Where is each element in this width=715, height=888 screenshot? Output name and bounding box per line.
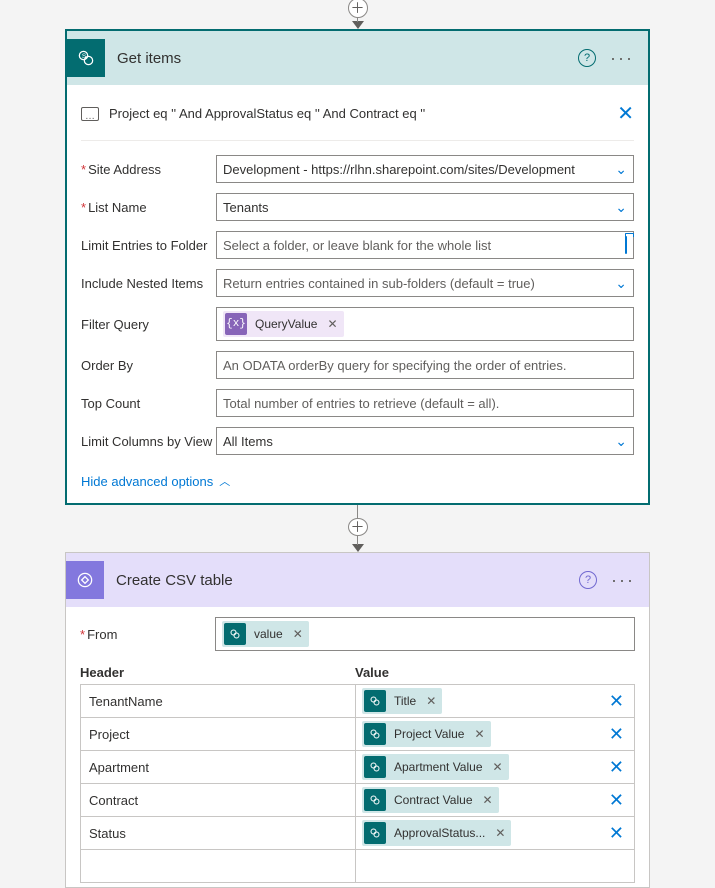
chevron-up-icon: ︿: [219, 473, 230, 489]
top-count-input[interactable]: Total number of entries to retrieve (def…: [216, 389, 634, 417]
hide-advanced-link[interactable]: Hide advanced options ︿: [81, 473, 230, 489]
token-title[interactable]: Title✕: [362, 688, 442, 714]
header-cell-empty[interactable]: [81, 850, 356, 882]
limit-view-select[interactable]: All Items ⌄: [216, 427, 634, 455]
label-limit-view: Limit Columns by View: [81, 434, 216, 449]
from-input[interactable]: value ✕: [215, 617, 635, 651]
table-row: StatusApprovalStatus...✕✕: [80, 817, 635, 850]
row-delete-icon[interactable]: ✕: [605, 823, 628, 844]
token-remove-icon[interactable]: ✕: [424, 694, 436, 708]
site-address-select[interactable]: Development - https://rlhn.sharepoint.co…: [216, 155, 634, 183]
token-remove-icon[interactable]: ✕: [493, 826, 505, 840]
card-menu-button[interactable]: ···: [611, 570, 635, 591]
sharepoint-token-icon: [364, 822, 386, 844]
sharepoint-token-icon: [364, 789, 386, 811]
expression-icon: {x}: [225, 313, 247, 335]
sharepoint-token-icon: [364, 723, 386, 745]
label-limit-folder: Limit Entries to Folder: [81, 238, 216, 253]
help-icon[interactable]: ?: [578, 49, 596, 67]
chevron-down-icon: ⌄: [607, 199, 627, 216]
token-queryvalue[interactable]: {x} QueryValue ✕: [223, 311, 344, 337]
order-by-input[interactable]: An ODATA orderBy query for specifying th…: [216, 351, 634, 379]
label-list-name: *List Name: [81, 200, 216, 215]
folder-picker-icon[interactable]: [617, 237, 627, 253]
table-row: ProjectProject Value✕✕: [80, 718, 635, 751]
header-cell[interactable]: Project: [81, 718, 356, 750]
row-delete-icon[interactable]: ✕: [605, 724, 628, 745]
include-nested-select[interactable]: Return entries contained in sub-folders …: [216, 269, 634, 297]
chevron-down-icon: ⌄: [607, 161, 627, 178]
token-remove-icon[interactable]: ✕: [491, 760, 503, 774]
column-header-value: Value: [355, 665, 635, 684]
header-cell[interactable]: Apartment: [81, 751, 356, 783]
chevron-down-icon: ⌄: [607, 433, 627, 450]
column-header-header: Header: [80, 665, 355, 684]
token-approvalstatus...[interactable]: ApprovalStatus...✕: [362, 820, 511, 846]
header-cell[interactable]: Status: [81, 817, 356, 849]
sharepoint-icon: S: [67, 39, 105, 77]
data-operation-icon: [66, 561, 104, 599]
token-apartment value[interactable]: Apartment Value✕: [362, 754, 509, 780]
filter-query-input[interactable]: {x} QueryValue ✕: [216, 307, 634, 341]
sharepoint-token-icon: [364, 690, 386, 712]
card-header-csv[interactable]: Create CSV table ? ···: [66, 553, 649, 607]
value-cell[interactable]: Project Value✕✕: [356, 718, 634, 750]
label-include-nested: Include Nested Items: [81, 276, 216, 291]
list-name-select[interactable]: Tenants ⌄: [216, 193, 634, 221]
row-delete-icon[interactable]: ✕: [605, 757, 628, 778]
token-remove-icon[interactable]: ✕: [291, 627, 303, 641]
token-project value[interactable]: Project Value✕: [362, 721, 491, 747]
table-row: ContractContract Value✕✕: [80, 784, 635, 817]
add-step-button-top[interactable]: ＋: [348, 0, 368, 18]
sharepoint-token-icon: [364, 756, 386, 778]
value-cell[interactable]: Contract Value✕✕: [356, 784, 634, 816]
value-cell[interactable]: ApprovalStatus...✕✕: [356, 817, 634, 849]
help-icon[interactable]: ?: [579, 571, 597, 589]
action-card-get-items: S Get items ? ··· Project eq '' And Appr…: [65, 29, 650, 505]
chevron-down-icon: ⌄: [607, 275, 627, 292]
label-site-address: *Site Address: [81, 162, 216, 177]
value-cell-empty[interactable]: [356, 850, 634, 882]
card-title: Get items: [117, 50, 566, 67]
table-row: TenantNameTitle✕✕: [80, 684, 635, 718]
label-from: *From: [80, 627, 215, 642]
label-order-by: Order By: [81, 358, 216, 373]
flow-arrow-icon: [352, 544, 364, 552]
peek-icon: [81, 107, 99, 121]
row-delete-icon[interactable]: ✕: [605, 691, 628, 712]
sharepoint-token-icon: [224, 623, 246, 645]
card-header-get-items[interactable]: S Get items ? ···: [67, 31, 648, 85]
add-step-button-mid[interactable]: ＋: [348, 518, 368, 536]
flow-arrow-icon: [352, 21, 364, 29]
card-title: Create CSV table: [116, 572, 567, 589]
value-cell[interactable]: Apartment Value✕✕: [356, 751, 634, 783]
token-value[interactable]: value ✕: [222, 621, 309, 647]
label-filter-query: Filter Query: [81, 317, 216, 332]
svg-text:S: S: [82, 53, 87, 60]
peek-close-icon[interactable]: ✕: [617, 101, 634, 126]
header-cell[interactable]: TenantName: [81, 685, 356, 717]
row-delete-icon[interactable]: ✕: [605, 790, 628, 811]
action-card-create-csv: Create CSV table ? ··· *From value ✕: [65, 552, 650, 888]
value-cell[interactable]: Title✕✕: [356, 685, 634, 717]
token-remove-icon[interactable]: ✕: [325, 317, 337, 331]
token-remove-icon[interactable]: ✕: [481, 793, 493, 807]
header-cell[interactable]: Contract: [81, 784, 356, 816]
peek-expression: Project eq '' And ApprovalStatus eq '' A…: [109, 106, 607, 121]
label-top-count: Top Count: [81, 396, 216, 411]
limit-folder-input[interactable]: Select a folder, or leave blank for the …: [216, 231, 634, 259]
card-menu-button[interactable]: ···: [610, 48, 634, 69]
table-row: ApartmentApartment Value✕✕: [80, 751, 635, 784]
token-contract value[interactable]: Contract Value✕: [362, 787, 499, 813]
table-row-empty: [80, 850, 635, 883]
token-remove-icon[interactable]: ✕: [472, 727, 484, 741]
